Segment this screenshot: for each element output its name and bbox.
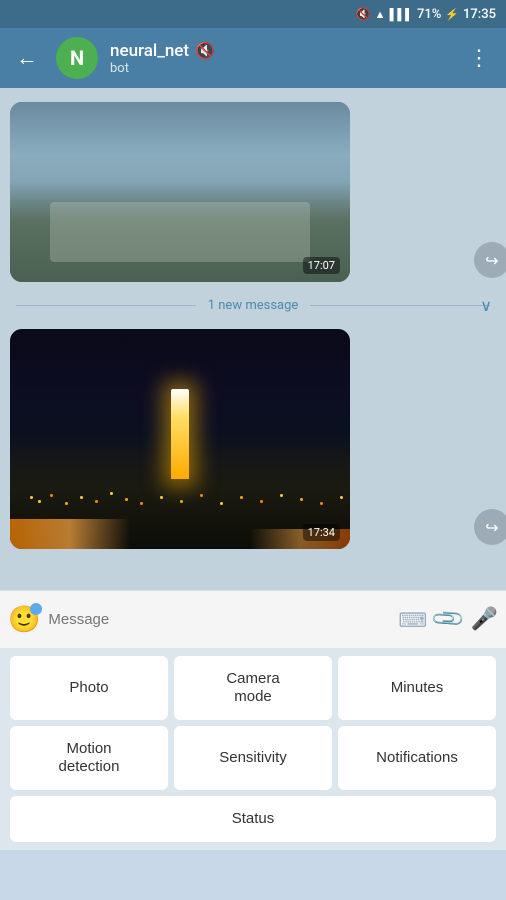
emoji-badge <box>30 603 42 615</box>
header-info: neural_net 🔇 bot <box>110 41 450 76</box>
motion-detection-button[interactable]: Motiondetection <box>10 726 168 790</box>
bot-buttons-panel: Photo Cameramode Minutes Motiondetection… <box>0 648 506 850</box>
bot-button-row-3: Status <box>10 796 496 842</box>
message-row: 17:34 ↪ <box>0 325 506 553</box>
message-image-bubble: 17:07 <box>10 102 350 282</box>
mute-icon: 🔇 <box>356 7 371 21</box>
message-input[interactable] <box>48 611 390 628</box>
tower-decoration <box>171 389 189 479</box>
divider-line-right <box>310 305 490 306</box>
status-button[interactable]: Status <box>10 796 496 842</box>
minutes-button[interactable]: Minutes <box>338 656 496 720</box>
forward-button[interactable]: ↪ <box>474 509 506 545</box>
city-lights <box>30 496 33 499</box>
microphone-button[interactable]: 🎤 <box>471 607 498 632</box>
message-image-bubble-night: 17:34 <box>10 329 350 549</box>
chat-name-text: neural_net <box>110 41 189 61</box>
new-message-divider: 1 new message ∨ <box>0 290 506 321</box>
avatar: N <box>56 37 98 79</box>
chat-name: neural_net 🔇 <box>110 41 450 61</box>
battery-text: 71% <box>417 7 441 22</box>
signal-icon: ▌▌▌ <box>390 8 413 21</box>
divider-line-left <box>16 305 196 306</box>
notifications-button[interactable]: Notifications <box>338 726 496 790</box>
chat-area: 17:07 ↪ 1 new message ∨ 17:34 <box>0 88 506 590</box>
sensitivity-button[interactable]: Sensitivity <box>174 726 332 790</box>
camera-mode-button[interactable]: Cameramode <box>174 656 332 720</box>
back-button[interactable]: ← <box>10 39 44 77</box>
more-button[interactable]: ⋮ <box>462 40 496 77</box>
bot-button-row-1: Photo Cameramode Minutes <box>10 656 496 720</box>
status-icons: 🔇 ▲ ▌▌▌ 71% ⚡ 17:35 <box>356 7 496 22</box>
message-timestamp: 17:07 <box>303 257 340 274</box>
status-bar: 🔇 ▲ ▌▌▌ 71% ⚡ 17:35 <box>0 0 506 28</box>
forward-button[interactable]: ↪ <box>474 242 506 278</box>
charging-icon: ⚡ <box>445 8 459 21</box>
keyboard-button[interactable]: ⌨ <box>398 608 427 632</box>
bot-button-row-2: Motiondetection Sensitivity Notification… <box>10 726 496 790</box>
city-night-image <box>10 329 350 549</box>
attach-button[interactable]: 📎 <box>430 601 467 638</box>
mute-icon: 🔇 <box>195 41 215 60</box>
message-row: 17:07 ↪ <box>0 98 506 286</box>
wifi-icon: ▲ <box>375 8 386 21</box>
emoji-button[interactable]: 🙂 <box>8 605 40 635</box>
divider-text: 1 new message <box>196 298 311 313</box>
chat-subtitle: bot <box>110 61 450 76</box>
city-day-image <box>10 102 350 282</box>
chat-header: ← N neural_net 🔇 bot ⋮ <box>0 28 506 88</box>
time-text: 17:35 <box>463 7 496 22</box>
messages-container: 17:07 ↪ 1 new message ∨ 17:34 <box>0 88 506 590</box>
input-area: 🙂 ⌨ 📎 🎤 <box>0 590 506 648</box>
road-left-decoration <box>10 519 130 549</box>
message-timestamp: 17:34 <box>303 524 340 541</box>
photo-button[interactable]: Photo <box>10 656 168 720</box>
chevron-down-icon[interactable]: ∨ <box>480 296 492 315</box>
